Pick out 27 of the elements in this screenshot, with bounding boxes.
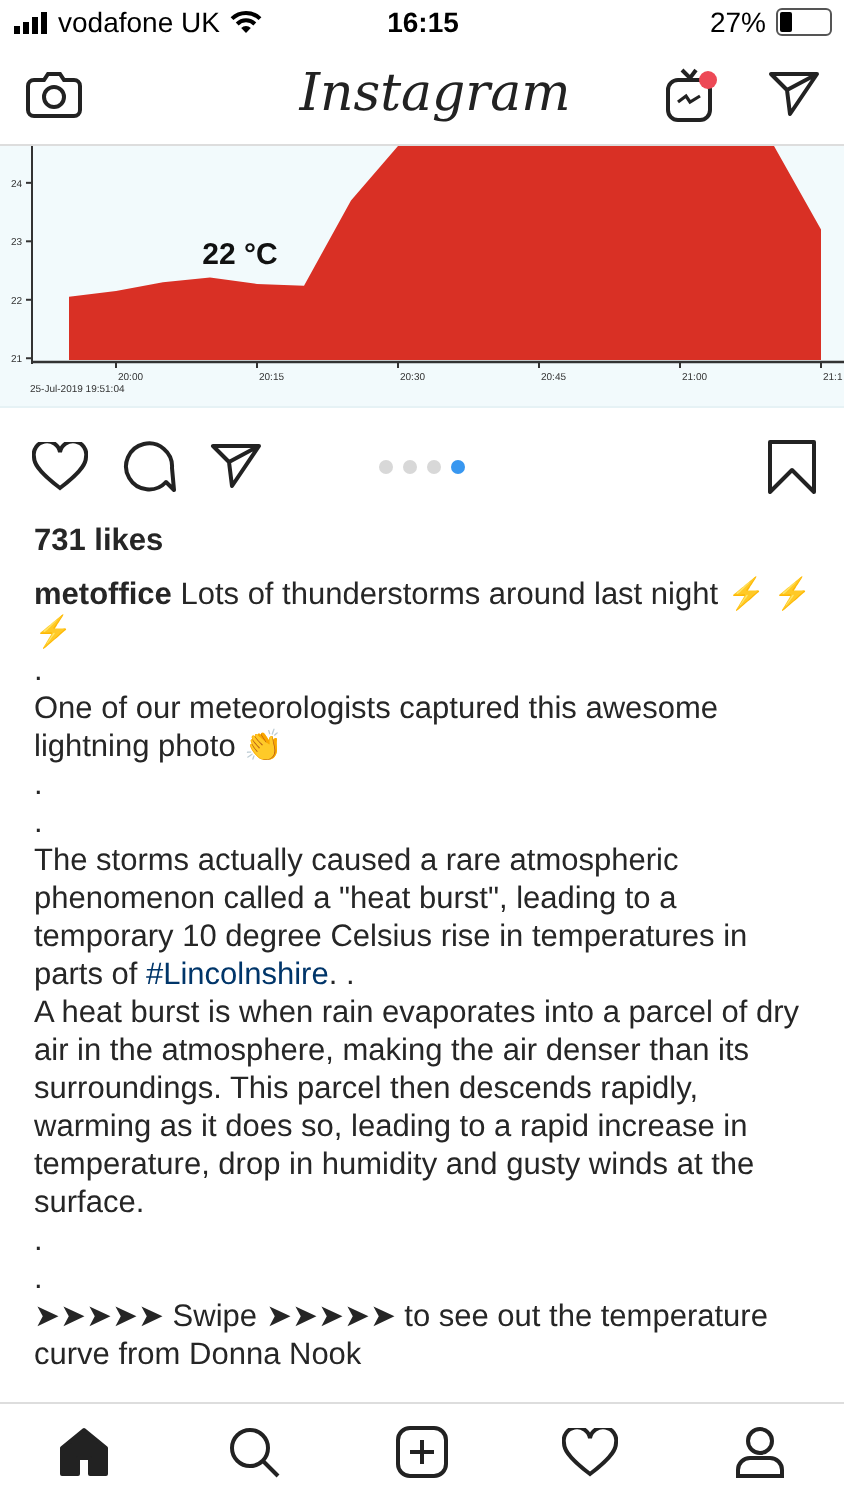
hashtag-link[interactable]: #Lincolnshire bbox=[146, 958, 329, 992]
heart-icon[interactable] bbox=[32, 441, 88, 491]
caption-text: ➤➤➤➤➤ Swipe ➤➤➤➤➤ to see out the temperature curve from Donna Nook bbox=[34, 1298, 770, 1374]
caption-text: . bbox=[34, 1260, 45, 1298]
bookmark-icon[interactable] bbox=[768, 439, 816, 493]
comment-icon[interactable] bbox=[122, 439, 176, 493]
caption-text: One of our meteorologists captured this awesome lightning photo 👏 bbox=[34, 690, 721, 766]
caption-text: . bbox=[34, 804, 45, 842]
likes-count: 731 likes bbox=[32, 524, 166, 560]
wifi-icon bbox=[229, 10, 262, 34]
send-icon[interactable] bbox=[210, 442, 262, 490]
app-logo: Instagram bbox=[299, 64, 571, 124]
battery-icon bbox=[776, 8, 832, 36]
caption-text: metoffice Lots of thunderstorms around last night ⚡ ⚡ ⚡ bbox=[34, 576, 814, 652]
camera-icon[interactable] bbox=[26, 70, 82, 118]
send-icon[interactable] bbox=[767, 70, 820, 118]
tv-icon[interactable] bbox=[663, 64, 720, 124]
caption-text: . bbox=[34, 652, 45, 690]
battery-percentage: 27% bbox=[709, 6, 766, 38]
signal-icon bbox=[14, 11, 48, 33]
caption-text: The storms actually caused a rare atmospheric phenomenon called a "heat burst", leading to a temporary 10 degree Celsius rise in temperatures in parts of #Lincolnshire. . bbox=[34, 842, 750, 994]
chart-annotation: 22 °C bbox=[202, 238, 278, 272]
caption-text: A heat burst is when rain evaporates into a parcel of dry air in the atmosphere, making the air denser than its surroundings. This parcel then descends rapidly, warming as it does so, leading to a rapid increase in temperature, drop in humidity and gusty winds at the surface. bbox=[34, 994, 802, 1222]
clock-time: 16:15 bbox=[387, 6, 459, 38]
caption-text: . bbox=[34, 766, 45, 804]
carrier-name: vodafone UK bbox=[58, 6, 220, 38]
caption-text: . bbox=[34, 1222, 45, 1260]
